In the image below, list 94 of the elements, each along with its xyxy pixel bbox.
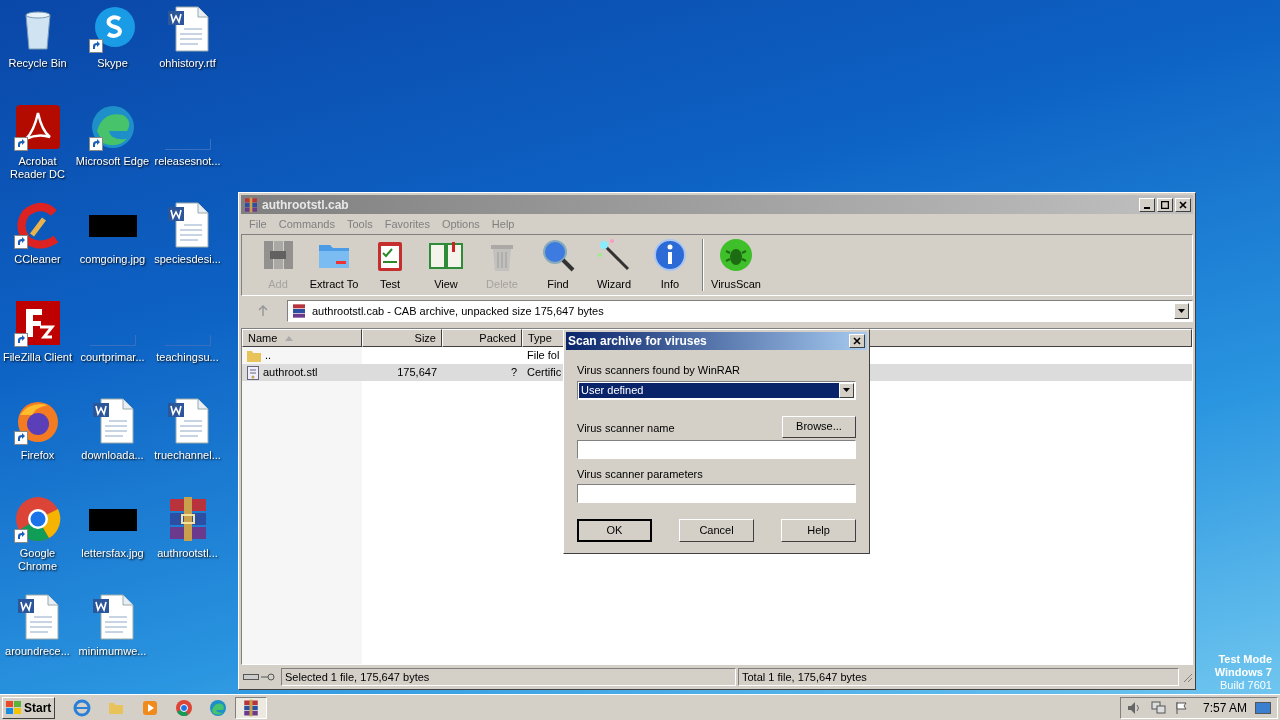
- desktop-icon-label[interactable]: lettersfax.jpg: [75, 547, 150, 560]
- desktop-icon-label[interactable]: comgoing.jpg: [75, 253, 150, 266]
- minimize-button[interactable]: [1139, 197, 1155, 212]
- thumbnail-icon: [164, 335, 211, 346]
- scanner-select[interactable]: User defined: [577, 380, 856, 400]
- desktop-icon-label[interactable]: releasesnot...: [150, 155, 225, 168]
- dropdown-button[interactable]: [1174, 303, 1189, 319]
- dialog-button[interactable]: Help: [781, 519, 856, 542]
- desktop-icon-label[interactable]: Skype: [75, 57, 150, 70]
- acrobat-icon: [13, 103, 62, 151]
- winrar-icon: [242, 698, 261, 717]
- column-header[interactable]: Packed: [442, 329, 522, 347]
- desktop-icon-label[interactable]: Microsoft Edge: [75, 155, 150, 168]
- desktop-icon-label[interactable]: Recycle Bin: [0, 57, 75, 70]
- toolbar-button[interactable]: Wizard: [586, 237, 642, 293]
- quick-launch-icon[interactable]: [175, 698, 194, 717]
- desktop-icon-label[interactable]: aroundrece...: [0, 645, 75, 658]
- desktop-icon-label[interactable]: Firefox: [0, 449, 75, 462]
- flag-icon[interactable]: [1174, 700, 1189, 715]
- certificate-file-icon: [247, 365, 259, 380]
- table-cell-text: 175,647: [397, 365, 437, 381]
- drive-icon: [243, 673, 259, 681]
- desktop-icon-label[interactable]: authrootstl...: [150, 547, 225, 560]
- file-row[interactable]: .. File fol: [242, 347, 1192, 364]
- toolbar-button[interactable]: Extract To: [306, 237, 362, 293]
- magnifier-icon: [540, 237, 576, 274]
- resize-grip-icon[interactable]: [1181, 671, 1193, 683]
- desktop-icon-label[interactable]: courtprimar...: [75, 351, 150, 364]
- quick-launch-icon[interactable]: [141, 698, 160, 717]
- close-icon: [1179, 200, 1187, 209]
- caret-icon: [843, 388, 850, 392]
- desktop-icon-label[interactable]: CCleaner: [0, 253, 75, 266]
- field-label: Virus scanner name: [577, 421, 675, 436]
- table-cell-text: File fol: [527, 348, 560, 364]
- dialog-button[interactable]: OK: [577, 519, 652, 542]
- scanner-name-field[interactable]: [577, 439, 856, 459]
- winrar-icon: [291, 303, 307, 319]
- close-button[interactable]: [849, 334, 865, 348]
- up-arrow-icon: [257, 305, 269, 317]
- sort-arrow-icon: [285, 335, 294, 341]
- dialog-button[interactable]: Cancel: [679, 519, 754, 542]
- field-label: Virus scanners found by WinRAR: [577, 363, 742, 378]
- toolbar-button[interactable]: View: [418, 237, 474, 293]
- network-icon[interactable]: [1150, 700, 1167, 715]
- table-cell-text: ?: [510, 365, 517, 381]
- status-total-text: Total 1 file, 175,647 bytes: [738, 668, 1179, 686]
- maximize-icon: [1161, 200, 1169, 209]
- thumbnail-icon: [89, 335, 136, 346]
- system-info-text: Build 7601: [1220, 679, 1272, 692]
- desktop-icon-label[interactable]: teachingsu...: [150, 351, 225, 364]
- window-title: authrootstl.cab: [262, 196, 349, 214]
- browse-button[interactable]: Browse...: [782, 415, 856, 438]
- scanner-parameters-field[interactable]: [577, 484, 856, 503]
- column-header[interactable]: Name: [242, 329, 362, 347]
- bug-icon: [718, 237, 754, 274]
- show-desktop-icon[interactable]: [1255, 700, 1271, 715]
- status-selected-text: Selected 1 file, 175,647 bytes: [281, 668, 736, 686]
- desktop-icon-label[interactable]: downloada...: [75, 449, 150, 462]
- column-header[interactable]: Size: [362, 329, 442, 347]
- dialog-title: Scan archive for viruses: [568, 333, 707, 350]
- caret-icon: [1178, 309, 1185, 313]
- system-info-text: Windows 7: [1214, 666, 1272, 679]
- toolbar-button[interactable]: Find: [530, 237, 586, 293]
- desktop-icon-label[interactable]: FileZilla Client: [0, 351, 75, 364]
- folder-icon: [247, 349, 261, 362]
- close-button[interactable]: [1175, 197, 1191, 212]
- maximize-button[interactable]: [1157, 197, 1173, 212]
- desktop-icon-label[interactable]: speciesdesi...: [150, 253, 225, 266]
- close-icon: [853, 337, 861, 345]
- filezilla-icon: [13, 299, 62, 347]
- desktop-icon-label[interactable]: Google Chrome: [0, 547, 75, 573]
- thumbnail-icon: [164, 139, 211, 150]
- winrar-icon: [243, 196, 259, 213]
- desktop-icon-label[interactable]: Acrobat Reader DC: [0, 155, 75, 181]
- info-icon: [652, 237, 688, 274]
- toolbar-button[interactable]: VirusScan: [708, 237, 764, 293]
- table-cell-text: authroot.stl: [263, 365, 318, 381]
- system-info-text: Test Mode: [1218, 653, 1272, 666]
- desktop-icon-label[interactable]: truechannel...: [150, 449, 225, 462]
- chrome-icon: [13, 495, 62, 543]
- toolbar-button[interactable]: Test: [362, 237, 418, 293]
- field-label: Virus scanner parameters: [577, 466, 704, 482]
- quick-launch-icon[interactable]: [209, 698, 228, 717]
- key-icon: [261, 673, 275, 681]
- toolbar-button[interactable]: Info: [642, 237, 698, 293]
- minimize-icon: [1144, 206, 1150, 209]
- quick-launch-icon[interactable]: [73, 698, 92, 717]
- address-field[interactable]: authrootstl.cab - CAB archive, unpacked size 175,647 bytes: [287, 300, 1193, 322]
- table-cell-text: Certific: [527, 365, 562, 381]
- start-button[interactable]: Start: [2, 696, 56, 719]
- desktop-icon-label[interactable]: ohhistory.rtf: [150, 57, 225, 70]
- windows-logo-icon: [6, 700, 22, 715]
- table-cell-text: ..: [265, 348, 272, 364]
- taskbar-app-button[interactable]: [235, 696, 268, 719]
